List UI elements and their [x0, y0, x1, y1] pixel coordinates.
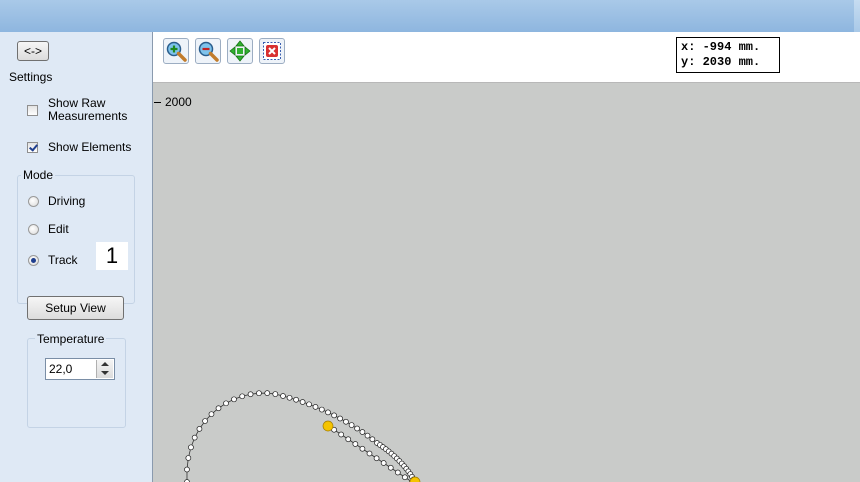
- spin-down-icon[interactable]: [101, 371, 109, 375]
- mode-legend: Mode: [21, 168, 56, 182]
- show-elements-label[interactable]: Show Elements: [48, 141, 131, 154]
- track-point[interactable]: [247, 391, 254, 398]
- temperature-groupbox: Temperature: [27, 332, 126, 428]
- track-point[interactable]: [325, 409, 331, 416]
- track-point[interactable]: [208, 411, 215, 418]
- track-point[interactable]: [359, 429, 366, 435]
- track-point[interactable]: [366, 450, 373, 457]
- show-raw-checkbox[interactable]: [27, 105, 38, 116]
- mode-label-driving[interactable]: Driving: [48, 195, 85, 208]
- track-point[interactable]: [191, 434, 198, 441]
- zoom-out-button[interactable]: [195, 38, 221, 64]
- track-outline: [186, 392, 414, 482]
- pan-icon: [229, 40, 251, 62]
- track-point[interactable]: [337, 415, 343, 422]
- reset-view-button[interactable]: [259, 38, 285, 64]
- show-raw-label-line2: Measurements: [48, 109, 128, 123]
- track-point[interactable]: [196, 426, 203, 432]
- mode-radio-driving[interactable]: [28, 196, 39, 207]
- track-point[interactable]: [387, 464, 394, 471]
- track-point[interactable]: [352, 441, 359, 447]
- track-point[interactable]: [343, 418, 349, 425]
- show-elements-checkbox[interactable]: [27, 142, 38, 153]
- track-point[interactable]: [223, 400, 229, 407]
- track-point[interactable]: [306, 401, 312, 408]
- mode-label-track[interactable]: Track: [48, 254, 78, 267]
- track-point[interactable]: [359, 445, 366, 452]
- track-point[interactable]: [373, 455, 380, 462]
- temperature-value[interactable]: 22,0: [49, 362, 72, 376]
- show-raw-label[interactable]: Show Raw Measurements: [48, 97, 127, 123]
- track-element-marker[interactable]: [322, 420, 334, 432]
- track-point[interactable]: [345, 436, 352, 443]
- window-titlebar: [0, 0, 860, 32]
- track-point[interactable]: [354, 425, 360, 432]
- track-point[interactable]: [239, 393, 246, 400]
- zoom-in-icon: [166, 41, 187, 62]
- mode-label-edit[interactable]: Edit: [48, 223, 69, 236]
- track-point[interactable]: [215, 405, 222, 412]
- track-point[interactable]: [312, 404, 319, 410]
- track-point[interactable]: [272, 391, 279, 397]
- mode-radio-track[interactable]: [28, 255, 39, 266]
- track-point[interactable]: [280, 393, 286, 399]
- track-point[interactable]: [264, 390, 271, 396]
- track-point[interactable]: [364, 432, 371, 439]
- zoom-out-icon: [198, 41, 219, 62]
- track-layer: [184, 390, 421, 482]
- collapse-toggle-button[interactable]: <->: [17, 41, 49, 61]
- show-raw-label-line1: Show Raw: [48, 96, 106, 110]
- reset-icon: [263, 42, 281, 60]
- track-point[interactable]: [338, 431, 345, 438]
- track-point[interactable]: [318, 406, 325, 413]
- track-point[interactable]: [348, 422, 355, 428]
- map-toolbar: x: -994 mm. y: 2030 mm.: [153, 32, 860, 83]
- track-point[interactable]: [286, 394, 293, 401]
- coord-y: y: 2030 mm.: [681, 55, 761, 69]
- mode-radio-edit[interactable]: [28, 224, 39, 235]
- titlebar-edge: [854, 0, 860, 32]
- track-point[interactable]: [188, 444, 194, 451]
- coord-x: x: -994 mm.: [681, 40, 761, 54]
- pan-button[interactable]: [227, 38, 253, 64]
- track-point[interactable]: [331, 412, 337, 419]
- callout-badge: 1: [96, 242, 128, 270]
- track-point[interactable]: [293, 396, 299, 403]
- setup-view-button[interactable]: Setup View: [27, 296, 124, 320]
- zoom-in-button[interactable]: [163, 38, 189, 64]
- cursor-coordinates: x: -994 mm. y: 2030 mm.: [676, 37, 780, 73]
- settings-panel: <-> Settings Show Raw Measurements Show …: [0, 32, 153, 482]
- track-point[interactable]: [380, 460, 387, 466]
- track-point[interactable]: [231, 396, 237, 403]
- settings-label: Settings: [9, 70, 53, 84]
- track-point[interactable]: [185, 455, 192, 461]
- spin-up-icon[interactable]: [101, 362, 109, 366]
- track-point[interactable]: [394, 469, 401, 476]
- track-point[interactable]: [369, 436, 376, 443]
- track-point[interactable]: [402, 474, 408, 481]
- temperature-spinbox[interactable]: 22,0: [45, 358, 115, 380]
- temperature-legend: Temperature: [35, 332, 107, 346]
- track-point[interactable]: [184, 466, 190, 473]
- temperature-spin-buttons[interactable]: [96, 360, 113, 378]
- track-point[interactable]: [299, 399, 306, 405]
- track-point[interactable]: [256, 390, 262, 397]
- map-canvas[interactable]: 2000: [153, 83, 860, 482]
- track-point[interactable]: [202, 418, 208, 424]
